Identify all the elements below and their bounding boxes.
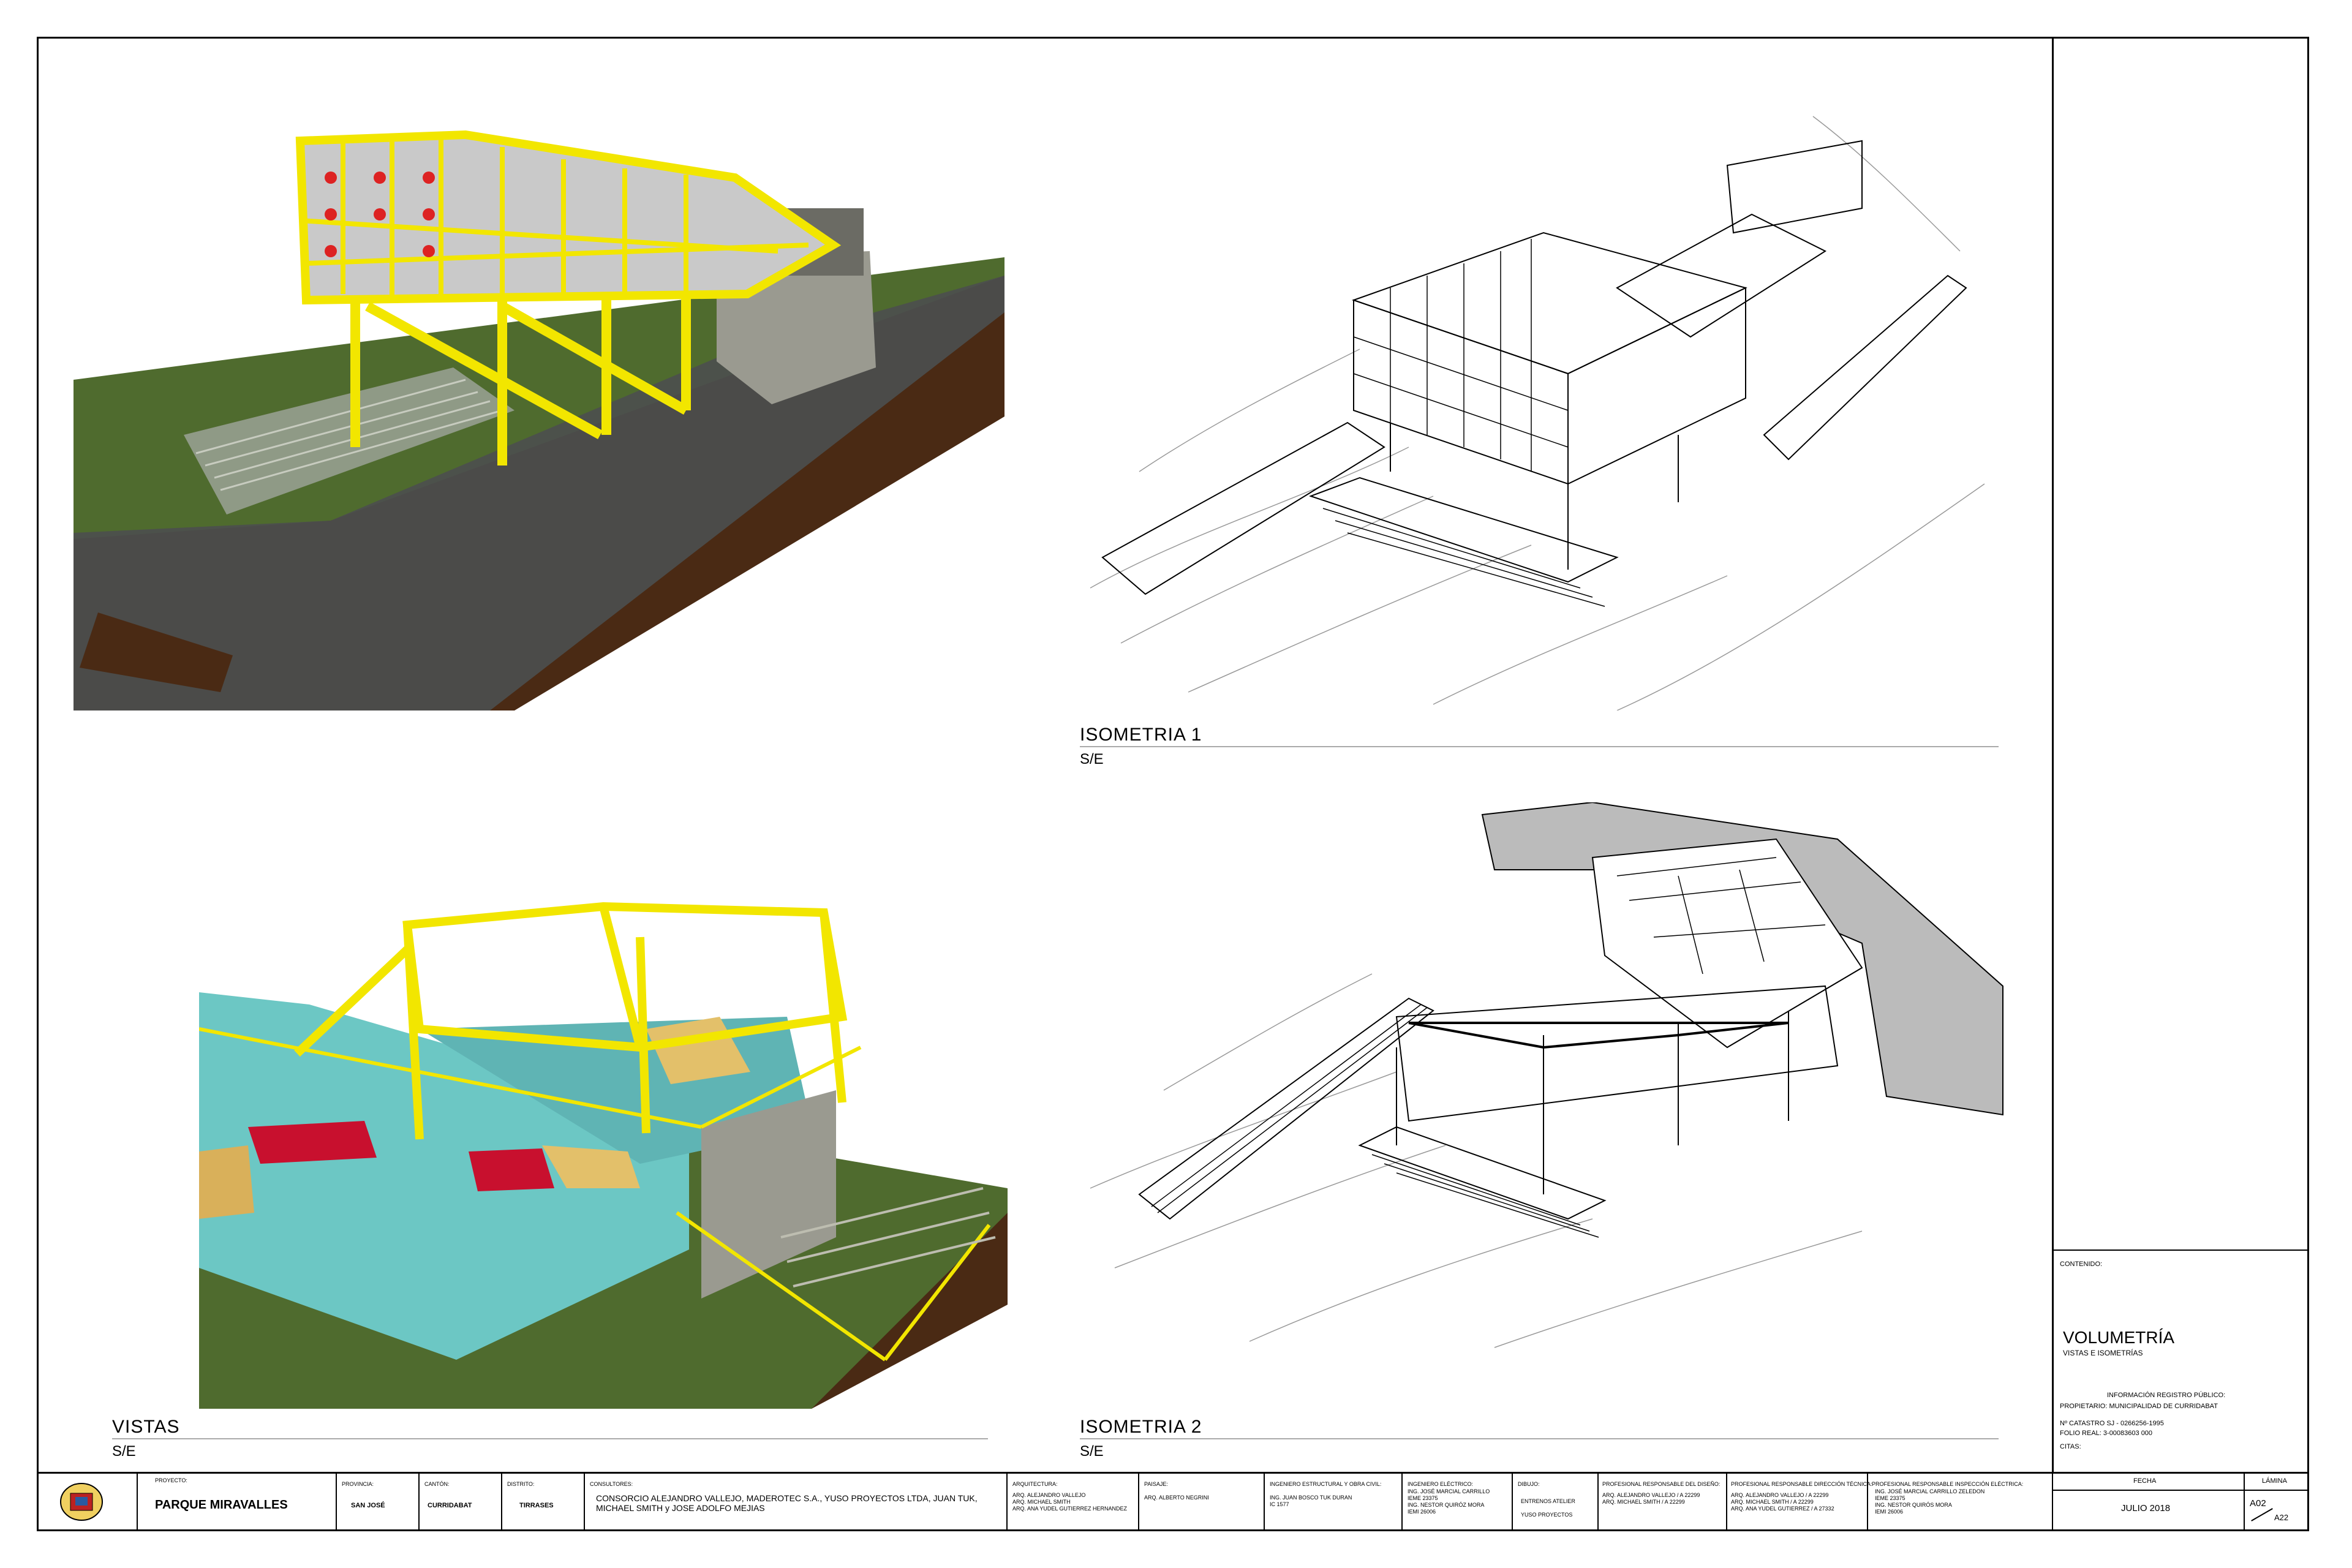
title-block: PROYECTO: PARQUE MIRAVALLES PROVINCIA: S… (39, 1472, 2307, 1531)
project-name: PARQUE MIRAVALLES (155, 1498, 288, 1512)
arquitectura-value: ARQ. ALEJANDRO VALLEJO ARQ. MICHAEL SMIT… (1012, 1492, 1128, 1512)
view-scale-vistas: S/E (112, 1443, 136, 1460)
fecha-label: FECHA (2133, 1477, 2157, 1485)
caption-divider (1080, 746, 1999, 747)
lamina-label: LÁMINA (2262, 1477, 2287, 1485)
municipal-seal-icon (60, 1483, 103, 1521)
folio-real: FOLIO REAL: 3-00083603 000 (2060, 1430, 2153, 1437)
render-view-1 (74, 130, 1005, 710)
direccion-label: PROFESIONAL RESPONSABLE DIRECCIÓN TÉCNIC… (1731, 1481, 1872, 1487)
provincia-value: SAN JOSÉ (351, 1502, 385, 1509)
lamina-value: A02 (2250, 1498, 2266, 1509)
sheet-subtitle: VISTAS E ISOMETRÍAS (2063, 1349, 2143, 1357)
provincia-label: PROVINCIA: (342, 1481, 374, 1487)
paisaje-label: PAISAJE: (1144, 1481, 1168, 1487)
render-view-2 (199, 902, 1008, 1409)
consultores-label: CONSULTORES: (590, 1481, 633, 1487)
fecha-value: JULIO 2018 (2121, 1503, 2171, 1513)
lamina-total: A22 (2274, 1513, 2289, 1522)
view-scale-isometria-1: S/E (1080, 751, 1104, 767)
canton-label: CANTÓN: (424, 1481, 450, 1487)
electrico-label: INGENIERO ELÉCTRICO: (1408, 1481, 1474, 1487)
isometric-view-1 (1090, 116, 1985, 710)
propietario: PROPIETARIO: MUNICIPALIDAD DE CURRIDABAT (2060, 1403, 2218, 1410)
inspeccion-value: ING. JOSÉ MARCIAL CARRILLO ZELEDON IEME … (1875, 1488, 1985, 1515)
sidebar-divider (2052, 1250, 2309, 1251)
lamina-separator (2251, 1508, 2273, 1521)
citas-label: CITAS: (2060, 1443, 2081, 1450)
view-scale-isometria-2: S/E (1080, 1443, 1104, 1460)
arquitectura-label: ARQUITECTURA: (1012, 1481, 1058, 1487)
diseno-label: PROFESIONAL RESPONSABLE DEL DISEÑO: (1602, 1481, 1721, 1487)
view-title-isometria-2: ISOMETRIA 2 (1080, 1417, 1202, 1437)
estructural-label: INGENIERO ESTRUCTURAL Y OBRA CIVIL: (1270, 1481, 1382, 1487)
consultores-value: CONSORCIO ALEJANDRO VALLEJO, MADEROTEC S… (596, 1493, 978, 1513)
direccion-value: ARQ. ALEJANDRO VALLEJO / A 22299 ARQ. MI… (1731, 1492, 1834, 1512)
proyecto-label: PROYECTO: (155, 1477, 187, 1483)
estructural-value: ING. JUAN BOSCO TUK DURAN IC 1577 (1270, 1494, 1352, 1507)
distrito-value: TIRRASES (519, 1502, 554, 1509)
dibujo-value: ENTRENOS ATELIER YUSO PROYECTOS (1521, 1498, 1575, 1518)
caption-divider (1080, 1438, 1999, 1439)
caption-divider (112, 1438, 988, 1439)
sheet-title: VOLUMETRÍA (2063, 1328, 2175, 1347)
sidebar-column (2052, 39, 2309, 1472)
view-title-vistas: VISTAS (112, 1417, 180, 1437)
canton-value: CURRIDABAT (428, 1502, 472, 1509)
isometric-view-2 (1090, 802, 2003, 1348)
contenido-label: CONTENIDO: (2060, 1261, 2103, 1268)
diseno-value: ARQ. ALEJANDRO VALLEJO / A 22299 ARQ. MI… (1602, 1492, 1700, 1505)
catastro-number: Nº CATASTRO SJ - 0266256-1995 (2060, 1420, 2164, 1427)
dibujo-label: DIBUJO: (1518, 1481, 1540, 1487)
distrito-label: DISTRITO: (507, 1481, 535, 1487)
inspeccion-label: PROFESIONAL RESPONSABLE INSPECCIÓN ELÉCT… (1872, 1481, 2024, 1487)
paisaje-value: ARQ. ALBERTO NEGRINI (1144, 1494, 1209, 1501)
view-title-isometria-1: ISOMETRIA 1 (1080, 725, 1202, 745)
registro-label: INFORMACIÓN REGISTRO PÚBLICO: (2107, 1392, 2226, 1399)
electrico-value: ING. JOSÉ MARCIAL CARRILLO IEME 23375 IN… (1408, 1488, 1490, 1515)
